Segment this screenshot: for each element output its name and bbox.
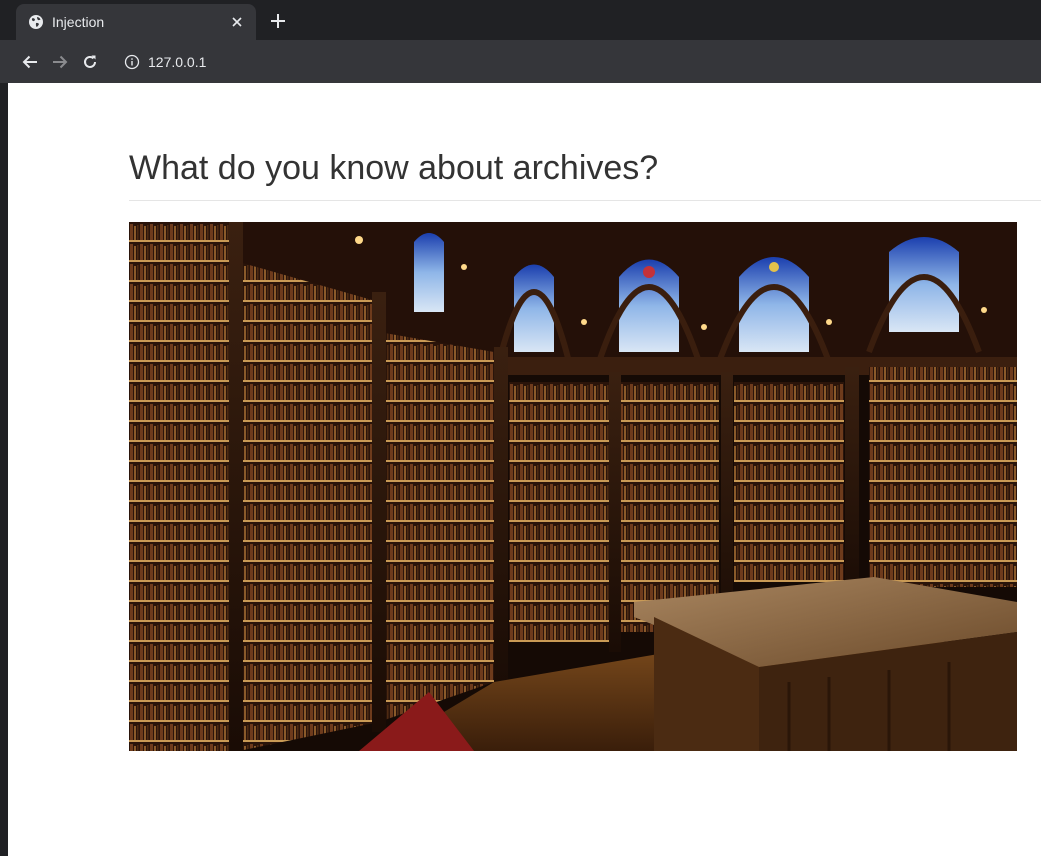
forward-button[interactable] [48, 50, 72, 74]
tab-title: Injection [52, 14, 105, 30]
globe-icon [28, 14, 44, 30]
reload-icon [84, 55, 96, 68]
close-icon[interactable] [228, 13, 246, 31]
arrow-left-icon [22, 55, 37, 68]
back-button[interactable] [18, 50, 42, 74]
browser-toolbar: 127.0.0.1 [0, 40, 1041, 83]
tab-strip: Injection [0, 0, 1041, 40]
heading-divider [129, 200, 1041, 201]
arrow-right-icon [53, 55, 68, 68]
info-icon[interactable] [124, 54, 140, 70]
page-title: What do you know about archives? [129, 149, 659, 187]
window-frame [0, 0, 8, 856]
tab-injection[interactable]: Injection [16, 4, 256, 40]
url-text: 127.0.0.1 [148, 53, 207, 70]
new-tab-button[interactable] [266, 9, 290, 33]
page-viewport: What do you know about archives? [8, 83, 1041, 856]
address-bar[interactable]: 127.0.0.1 [114, 46, 1014, 78]
reload-button[interactable] [78, 50, 102, 74]
plus-icon [271, 14, 285, 28]
library-photo [129, 222, 1017, 751]
